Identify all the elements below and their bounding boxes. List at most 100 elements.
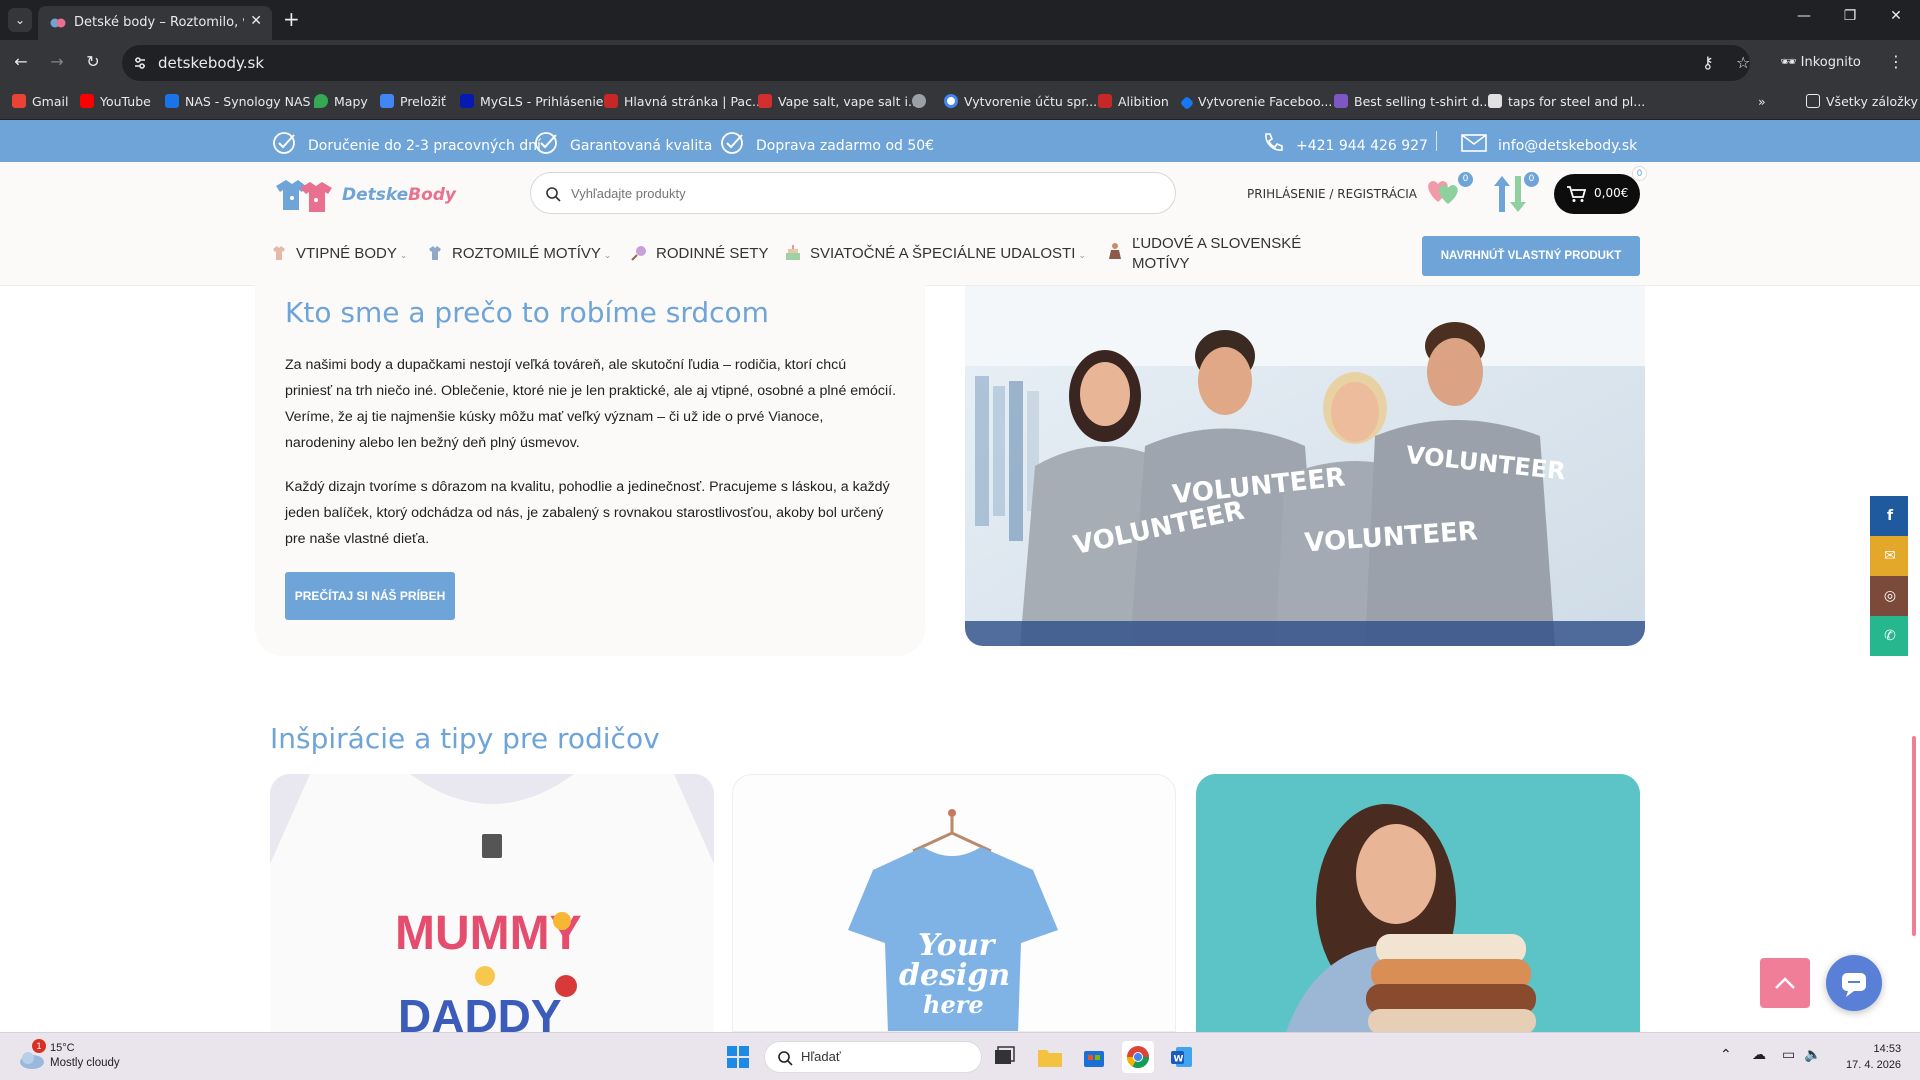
chevron-down-icon: ⌄ bbox=[1078, 250, 1086, 260]
bookmark-label: Hlavná stránka | Pac... bbox=[624, 94, 764, 109]
design-text: design bbox=[899, 958, 1010, 993]
menu-label: Roztomilé motívy bbox=[452, 245, 601, 262]
search-input[interactable] bbox=[571, 182, 1131, 204]
bodysuit-icon bbox=[273, 246, 285, 260]
back-icon[interactable]: ← bbox=[10, 52, 32, 71]
shield-icon bbox=[604, 94, 618, 108]
browser-tab-active[interactable]: Detské body – Roztomilo, vtipn ✕ bbox=[38, 6, 272, 40]
bookmark-hlavna[interactable]: Hlavná stránka | Pac... bbox=[604, 94, 764, 109]
password-key-icon[interactable]: ⚷ bbox=[1702, 53, 1714, 72]
menu-label: Rodinné sety bbox=[656, 245, 769, 262]
share-facebook-button[interactable]: f bbox=[1870, 496, 1910, 536]
tab-search-button[interactable]: ⌄ bbox=[8, 8, 32, 32]
tip-card-1[interactable]: MUMMY DADDY bbox=[270, 774, 714, 1032]
file-explorer-button[interactable] bbox=[1034, 1041, 1066, 1073]
incognito-label: Inkognito bbox=[1800, 55, 1861, 70]
new-tab-button[interactable]: + bbox=[283, 8, 300, 30]
bookmark-label: NAS - Synology NAS bbox=[185, 94, 311, 109]
taskbar-search[interactable]: Hľadať bbox=[764, 1041, 982, 1073]
logo-bodysuits-icon bbox=[276, 180, 332, 212]
tip-card-2[interactable]: Your design here bbox=[732, 774, 1176, 1032]
product-search[interactable] bbox=[530, 172, 1176, 214]
menu-sviatocne-udalosti[interactable]: Sviatočné a špeciálne udalosti ⌄ bbox=[784, 244, 1086, 262]
login-register-link[interactable]: PRIHLÁSENIE / REGISTRÁCIA bbox=[1247, 187, 1417, 201]
bookmark-nas[interactable]: NAS - Synology NAS bbox=[165, 94, 310, 109]
globe-icon bbox=[912, 94, 926, 108]
phone-number: +421 944 426 927 bbox=[1296, 138, 1428, 154]
menu-ludove-motivy[interactable]: Ľudové a slovenské motívy bbox=[1106, 234, 1301, 274]
design-own-product-button[interactable]: NAVRHNÚŤ VLASTNÝ PRODUKT bbox=[1422, 236, 1640, 276]
volunteers-illustration: VOLUNTEER VOLUNTEER VOLUNTEER VOLUNTEER bbox=[965, 286, 1645, 646]
bookmark-google-account[interactable]: Vytvorenie účtu spr... bbox=[944, 94, 1097, 109]
folder-icon bbox=[1806, 94, 1820, 108]
browser-menu-icon[interactable]: ⋮ bbox=[1888, 52, 1904, 71]
onedrive-icon[interactable]: ☁ bbox=[1752, 1047, 1766, 1063]
volume-icon[interactable]: 🔈 bbox=[1804, 1047, 1821, 1063]
promo-email[interactable]: info@detskebody.sk bbox=[1460, 130, 1637, 156]
logo-part1: Detske bbox=[342, 185, 409, 205]
address-bar[interactable]: detskebody.sk ⚷ ☆ bbox=[122, 45, 1750, 81]
bookmark-label: YouTube bbox=[100, 94, 151, 109]
your-design-here-image: Your design here bbox=[848, 809, 1058, 1031]
bookmark-prelozit[interactable]: Preložiť bbox=[380, 94, 446, 109]
bookmark-vape[interactable]: Vape salt, vape salt i... bbox=[758, 94, 920, 109]
minimize-icon[interactable]: — bbox=[1794, 8, 1814, 24]
scrollbar-thumb[interactable] bbox=[1912, 736, 1916, 936]
browser-toolbar: ← → ↻ detskebody.sk ⚷ ☆ 🕶 Inkognito ⋮ bbox=[0, 40, 1920, 86]
bookmark-globe[interactable] bbox=[912, 94, 932, 109]
read-our-story-button[interactable]: PREČÍTAJ SI NÁŠ PRÍBEH bbox=[285, 572, 455, 620]
close-window-icon[interactable]: ✕ bbox=[1886, 8, 1906, 24]
system-clock[interactable]: 14:53 17. 4. 2026 bbox=[1846, 1041, 1901, 1073]
share-instagram-button[interactable]: ◎ bbox=[1870, 576, 1910, 616]
compare-button[interactable]: 0 bbox=[1490, 172, 1539, 220]
menu-roztomile-motivy[interactable]: Roztomilé motívy ⌄ bbox=[426, 244, 611, 262]
bookmark-star-icon[interactable]: ☆ bbox=[1736, 53, 1750, 72]
bookmark-alibition[interactable]: Alibition bbox=[1098, 94, 1169, 109]
search-icon bbox=[546, 187, 561, 202]
cart-button[interactable]: 0,00€ 0 bbox=[1554, 166, 1647, 214]
bookmark-label: Vytvorenie Faceboo... bbox=[1198, 94, 1333, 109]
bookmark-gmail[interactable]: Gmail bbox=[12, 94, 68, 109]
share-whatsapp-button[interactable]: ✆ bbox=[1870, 616, 1910, 656]
clock-time: 14:53 bbox=[1873, 1043, 1902, 1055]
site-info-icon[interactable] bbox=[132, 55, 148, 71]
email-address: info@detskebody.sk bbox=[1498, 138, 1638, 154]
windows-start-button[interactable] bbox=[722, 1041, 754, 1073]
wishlist-button[interactable]: 0 bbox=[1424, 172, 1473, 212]
search-icon bbox=[778, 1051, 793, 1066]
promo-divider bbox=[1436, 131, 1437, 151]
site-logo[interactable]: DetskeBody bbox=[272, 172, 462, 218]
chrome-button[interactable] bbox=[1122, 1041, 1154, 1073]
bookmark-mygls[interactable]: MyGLS - Prihlásenie bbox=[460, 94, 604, 109]
task-view-button[interactable] bbox=[988, 1041, 1020, 1073]
incognito-indicator[interactable]: 🕶 Inkognito bbox=[1770, 48, 1871, 78]
about-us-card: Kto sme a prečo to robíme srdcom Za naši… bbox=[255, 270, 925, 656]
page-scrollbar[interactable] bbox=[1908, 286, 1920, 1032]
bookmark-youtube[interactable]: YouTube bbox=[80, 94, 151, 109]
bookmark-taps[interactable]: taps for steel and pl... bbox=[1488, 94, 1645, 109]
scroll-to-top-button[interactable] bbox=[1760, 958, 1810, 1008]
reload-icon[interactable]: ↻ bbox=[82, 52, 104, 71]
show-hidden-icons[interactable]: ⌃ bbox=[1720, 1047, 1732, 1063]
menu-rodinne-sety[interactable]: Rodinné sety bbox=[630, 244, 769, 262]
bookmarks-overflow-icon[interactable]: » bbox=[1758, 94, 1766, 109]
all-bookmarks[interactable]: Všetky záložky bbox=[1806, 94, 1918, 109]
word-button[interactable]: W bbox=[1166, 1041, 1198, 1073]
bookmark-best-selling[interactable]: Best selling t-shirt d... bbox=[1334, 94, 1491, 109]
promo-phone[interactable]: +421 944 426 927 bbox=[1260, 130, 1428, 156]
menu-label: Vtipné body bbox=[296, 245, 397, 262]
chat-button[interactable] bbox=[1826, 955, 1882, 1011]
restore-icon[interactable]: ❐ bbox=[1840, 8, 1860, 24]
tab-close-icon[interactable]: ✕ bbox=[250, 13, 262, 29]
share-email-button[interactable]: ✉ bbox=[1870, 536, 1910, 576]
network-icon[interactable]: ▭ bbox=[1782, 1047, 1795, 1063]
weather-widget[interactable]: 1 15°C Mostly cloudy bbox=[14, 1039, 164, 1075]
menu-vtipne-body[interactable]: Vtipné body ⌄ bbox=[270, 244, 407, 262]
forward-icon[interactable]: → bbox=[46, 52, 68, 71]
here-text: here bbox=[923, 990, 984, 1019]
tip-card-3[interactable] bbox=[1196, 774, 1640, 1032]
store-button[interactable] bbox=[1078, 1041, 1110, 1073]
bookmark-facebook[interactable]: Vytvorenie Faceboo... bbox=[1179, 94, 1333, 111]
bookmark-mapy[interactable]: Mapy bbox=[314, 94, 368, 109]
bookmark-label: Alibition bbox=[1118, 94, 1169, 109]
